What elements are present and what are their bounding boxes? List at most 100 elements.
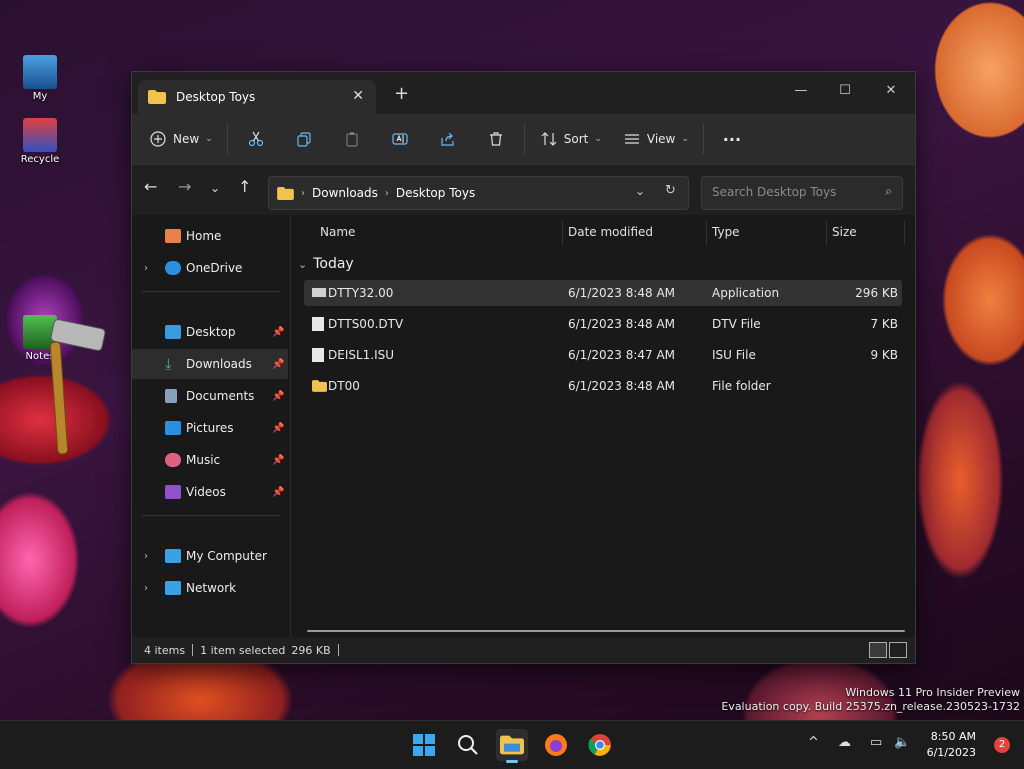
column-divider[interactable] — [562, 221, 563, 245]
sidebar-item-downloads[interactable]: ⤓ Downloads 📌 — [132, 349, 288, 379]
share-button[interactable] — [424, 123, 472, 155]
sort-button[interactable]: Sort ⌄ — [541, 123, 602, 155]
pin-icon[interactable]: 📌 — [272, 391, 284, 402]
refresh-icon[interactable]: ↻ — [665, 183, 676, 198]
home-icon — [165, 229, 181, 243]
pin-icon[interactable]: 📌 — [272, 455, 284, 466]
chevron-right-icon[interactable]: › — [144, 583, 148, 594]
notification-badge[interactable]: 2 — [994, 737, 1010, 753]
pin-icon[interactable]: 📌 — [272, 423, 284, 434]
cut-button[interactable] — [232, 123, 280, 155]
desktop-icon-recycle[interactable]: Recycle — [10, 118, 70, 165]
column-header-date[interactable]: Date modified — [568, 225, 653, 239]
horizontal-scrollbar[interactable] — [307, 630, 905, 632]
search-input[interactable] — [710, 184, 874, 200]
table-row[interactable]: DT00 6/1/2023 8:48 AM File folder — [304, 373, 902, 399]
volume-icon[interactable]: 🔈 — [894, 735, 910, 750]
chrome-icon — [588, 734, 611, 756]
sidebar-item-home[interactable]: Home — [132, 221, 288, 251]
clock[interactable]: 8:50 AM 6/1/2023 — [927, 729, 976, 761]
file-date: 6/1/2023 8:47 AM — [568, 348, 676, 362]
sidebar-item-my-computer[interactable]: › My Computer — [132, 541, 288, 571]
column-header-size[interactable]: Size — [832, 225, 857, 239]
file-explorer-window: Desktop Toys ✕ + — ☐ ✕ New ⌄ Sort ⌄ View… — [131, 71, 916, 664]
sidebar-item-onedrive[interactable]: › OneDrive — [132, 253, 288, 283]
sidebar-item-music[interactable]: Music 📌 — [132, 445, 288, 475]
file-explorer-taskbar-button[interactable] — [496, 729, 528, 763]
minimize-button[interactable]: — — [778, 76, 824, 104]
delete-button[interactable] — [472, 123, 520, 155]
tab-desktop-toys[interactable]: Desktop Toys ✕ — [138, 80, 376, 114]
details-view-icon[interactable] — [869, 642, 887, 658]
new-button[interactable]: New ⌄ — [150, 123, 213, 155]
file-icon — [312, 317, 324, 331]
table-row[interactable]: DEISL1.ISU 6/1/2023 8:47 AM ISU File 9 K… — [304, 342, 902, 368]
chevron-right-icon[interactable]: › — [144, 263, 148, 274]
file-icon — [312, 348, 324, 362]
recent-locations-chevron-icon[interactable]: ⌄ — [210, 181, 220, 195]
breadcrumb-downloads[interactable]: Downloads — [312, 186, 378, 200]
sidebar-item-desktop[interactable]: Desktop 📌 — [132, 317, 288, 347]
column-divider[interactable] — [826, 221, 827, 245]
sidebar-item-label: Downloads — [186, 357, 252, 371]
network-icon[interactable]: ▭ — [870, 735, 882, 750]
table-row[interactable]: DTTS00.DTV 6/1/2023 8:48 AM DTV File 7 K… — [304, 311, 902, 337]
chevron-right-icon[interactable]: › — [144, 551, 148, 562]
tiles-view-icon[interactable] — [889, 642, 907, 658]
onedrive-offline-icon[interactable]: ☁ — [838, 735, 851, 750]
folder-icon — [312, 380, 327, 392]
forward-arrow-icon[interactable]: → — [178, 177, 191, 196]
paste-button[interactable] — [328, 123, 376, 155]
rename-button[interactable] — [376, 123, 424, 155]
more-options-button[interactable]: ··· — [708, 123, 756, 155]
firefox-taskbar-button[interactable] — [540, 729, 572, 761]
sidebar-item-documents[interactable]: Documents 📌 — [132, 381, 288, 411]
show-hidden-icons-chevron-icon[interactable]: ^ — [808, 735, 819, 750]
search-box[interactable]: ⌕ — [701, 176, 903, 210]
column-header-type[interactable]: Type — [712, 225, 740, 239]
maximize-button[interactable]: ☐ — [822, 76, 868, 104]
view-list-icon — [624, 134, 639, 144]
desktop-icon-my[interactable]: My — [10, 55, 70, 102]
file-type: File folder — [712, 379, 771, 393]
address-bar[interactable]: › Downloads › Desktop Toys ⌄ ↻ — [268, 176, 689, 210]
sidebar-item-pictures[interactable]: Pictures 📌 — [132, 413, 288, 443]
chrome-taskbar-button[interactable] — [584, 729, 616, 761]
network-icon — [165, 581, 181, 595]
sidebar-item-label: OneDrive — [186, 261, 243, 275]
status-bar: 4 items 1 item selected 296 KB — [132, 637, 915, 663]
file-name: DEISL1.ISU — [328, 348, 395, 362]
group-header-today[interactable]: ⌄ Today — [298, 256, 354, 272]
file-name: DTTS00.DTV — [328, 317, 404, 331]
pin-icon[interactable]: 📌 — [272, 327, 284, 338]
recycle-bin-icon — [23, 118, 57, 152]
sidebar-item-network[interactable]: › Network — [132, 573, 288, 603]
pin-icon[interactable]: 📌 — [272, 359, 284, 370]
clock-time: 8:50 AM — [930, 730, 976, 743]
column-divider[interactable] — [904, 221, 905, 245]
column-header-name[interactable]: Name — [320, 225, 355, 239]
file-name: DT00 — [328, 379, 360, 393]
column-divider[interactable] — [706, 221, 707, 245]
pin-icon[interactable]: 📌 — [272, 487, 284, 498]
download-icon: ⤓ — [165, 355, 172, 373]
up-arrow-icon[interactable]: ↑ — [238, 177, 251, 196]
start-button[interactable] — [408, 729, 440, 761]
new-tab-button[interactable]: + — [394, 83, 409, 104]
file-size: 296 KB — [855, 286, 898, 300]
close-button[interactable]: ✕ — [868, 76, 914, 104]
sidebar-item-videos[interactable]: Videos 📌 — [132, 477, 288, 507]
back-arrow-icon[interactable]: ← — [144, 177, 157, 196]
breadcrumb-desktop-toys[interactable]: Desktop Toys — [396, 186, 475, 200]
address-history-chevron-icon[interactable]: ⌄ — [635, 184, 645, 198]
table-row[interactable]: DTTY32.00 6/1/2023 8:48 AM Application 2… — [304, 280, 902, 306]
search-taskbar-button[interactable] — [452, 729, 484, 761]
clock-date: 6/1/2023 — [926, 746, 976, 759]
copy-button[interactable] — [280, 123, 328, 155]
tab-close-button[interactable]: ✕ — [352, 88, 364, 104]
plus-circle-icon — [150, 131, 166, 147]
toolbar-divider — [523, 124, 525, 154]
view-button[interactable]: View ⌄ — [624, 123, 689, 155]
file-type: Application — [712, 286, 780, 300]
navigation-pane: Home › OneDrive Desktop 📌 ⤓ Downloads 📌 … — [132, 215, 291, 640]
